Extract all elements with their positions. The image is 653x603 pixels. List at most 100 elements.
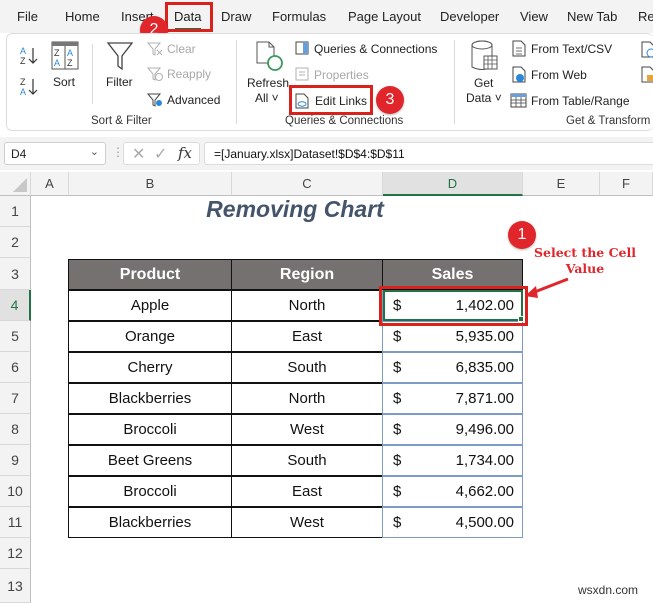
cell-region[interactable]: West <box>231 507 383 538</box>
properties-button[interactable]: Properties <box>314 68 369 82</box>
get-data-icon[interactable] <box>470 40 500 74</box>
cell-product[interactable]: Orange <box>68 321 232 352</box>
insert-function-icon[interactable]: fx <box>178 144 192 162</box>
refresh-all-dropdown[interactable]: All ˅ <box>255 91 279 105</box>
tab-page-layout[interactable]: Page Layout <box>348 9 421 24</box>
cell-region[interactable]: West <box>231 414 383 445</box>
sort-filter-group-label: Sort & Filter <box>91 115 152 127</box>
refresh-all-label: All <box>255 91 269 105</box>
cell-sales[interactable]: $4,500.00 <box>382 507 523 538</box>
divider <box>92 44 93 104</box>
cell-sales[interactable]: $9,496.00 <box>382 414 523 445</box>
select-all-corner[interactable] <box>0 172 31 196</box>
sort-ascending-icon[interactable]: A Z <box>19 45 39 67</box>
currency-symbol: $ <box>393 359 402 376</box>
reapply-icon <box>147 67 163 81</box>
cell-product[interactable]: Apple <box>68 290 232 321</box>
row-header-6[interactable]: 6 <box>0 352 31 383</box>
cell-sales[interactable]: $1,734.00 <box>382 445 523 476</box>
row-header-8[interactable]: 8 <box>0 414 31 445</box>
column-header-b[interactable]: B <box>69 172 232 196</box>
cell-sales[interactable]: $6,835.00 <box>382 352 523 383</box>
currency-symbol: $ <box>393 452 402 469</box>
header-product[interactable]: Product <box>68 259 232 290</box>
get-transform-group-label: Get & Transform <box>566 115 651 127</box>
column-header-e[interactable]: E <box>523 172 600 196</box>
enter-icon[interactable]: ✓ <box>154 144 167 164</box>
filter-button[interactable]: Filter <box>106 75 133 89</box>
sort-button[interactable]: Sort <box>53 75 75 89</box>
cell-region[interactable]: North <box>231 290 383 321</box>
clear-button[interactable]: Clear <box>167 42 196 56</box>
tab-new-tab[interactable]: New Tab <box>567 9 617 24</box>
cell-sales[interactable]: $7,871.00 <box>382 383 523 414</box>
cell-product[interactable]: Broccoli <box>68 414 232 445</box>
cell-product[interactable]: Beet Greens <box>68 445 232 476</box>
cell-sales[interactable]: $4,662.00 <box>382 476 523 507</box>
row-header-7[interactable]: 7 <box>0 383 31 414</box>
row-header-4[interactable]: 4 <box>0 290 31 321</box>
formula-bar: D4 ⌄ ⋮ ✕ ✓ fx =[January.xlsx]Dataset!$D$… <box>0 137 653 170</box>
row-header-9[interactable]: 9 <box>0 445 31 476</box>
column-header-c[interactable]: C <box>232 172 383 196</box>
cancel-icon[interactable]: ✕ <box>132 144 145 164</box>
sort-icon[interactable]: Z A A Z <box>51 41 79 70</box>
name-box[interactable]: D4 ⌄ <box>4 142 106 165</box>
tab-home[interactable]: Home <box>65 9 100 24</box>
advanced-filter-icon <box>147 93 162 107</box>
cell-product[interactable]: Broccoli <box>68 476 232 507</box>
tab-review[interactable]: Re <box>638 9 653 24</box>
cell-region[interactable]: South <box>231 352 383 383</box>
tab-view[interactable]: View <box>520 9 548 24</box>
sort-descending-icon[interactable]: Z A <box>19 76 39 98</box>
formula-input[interactable]: =[January.xlsx]Dataset!$D$4:$D$11 <box>204 142 653 165</box>
svg-text:A: A <box>54 58 60 68</box>
cell-region[interactable]: East <box>231 476 383 507</box>
row-header-10[interactable]: 10 <box>0 476 31 507</box>
column-header-d[interactable]: D <box>383 172 523 196</box>
row-header-1[interactable]: 1 <box>0 196 31 227</box>
svg-text:A: A <box>20 87 26 97</box>
get-data-dropdown[interactable]: Data ˅ <box>466 91 502 105</box>
tab-formulas[interactable]: Formulas <box>272 9 326 24</box>
from-table-range-button[interactable]: From Table/Range <box>531 94 630 108</box>
advanced-button[interactable]: Advanced <box>167 93 220 107</box>
column-header-a[interactable]: A <box>31 172 69 196</box>
callout-text: Select the Cell Value <box>525 245 645 277</box>
row-header-12[interactable]: 12 <box>0 538 31 569</box>
row-header-3[interactable]: 3 <box>0 258 31 290</box>
header-region[interactable]: Region <box>231 259 383 290</box>
tab-draw[interactable]: Draw <box>221 9 251 24</box>
svg-text:Z: Z <box>67 58 73 68</box>
row-header-13[interactable]: 13 <box>0 569 31 603</box>
cell-region[interactable]: North <box>231 383 383 414</box>
from-web-button[interactable]: From Web <box>531 68 587 82</box>
cell-region[interactable]: East <box>231 321 383 352</box>
row-header-2[interactable]: 2 <box>0 227 31 258</box>
chevron-down-icon[interactable]: ⌄ <box>90 145 99 158</box>
reapply-button[interactable]: Reapply <box>167 67 211 81</box>
column-header-f[interactable]: F <box>600 172 653 196</box>
select-all-icon <box>13 178 27 192</box>
filter-icon[interactable] <box>106 41 134 71</box>
sales-amount: 1,734.00 <box>455 452 514 469</box>
tab-file[interactable]: File <box>17 9 38 24</box>
from-table-icon <box>510 93 527 108</box>
cell-product[interactable]: Cherry <box>68 352 232 383</box>
cell-product[interactable]: Blackberries <box>68 383 232 414</box>
properties-icon <box>295 67 309 81</box>
refresh-all-button[interactable]: Refresh <box>247 76 289 90</box>
refresh-all-icon[interactable] <box>255 41 285 74</box>
recent-sources-icon[interactable] <box>641 41 653 58</box>
row-header-5[interactable]: 5 <box>0 321 31 352</box>
get-data-button[interactable]: Get <box>474 76 493 90</box>
queries-connections-icon <box>295 41 309 55</box>
svg-text:A: A <box>67 48 73 58</box>
row-header-11[interactable]: 11 <box>0 507 31 538</box>
from-text-csv-button[interactable]: From Text/CSV <box>531 42 612 56</box>
queries-connections-button[interactable]: Queries & Connections <box>314 42 437 56</box>
tab-developer[interactable]: Developer <box>440 9 499 24</box>
cell-region[interactable]: South <box>231 445 383 476</box>
cell-product[interactable]: Blackberries <box>68 507 232 538</box>
existing-connections-icon[interactable] <box>641 66 653 83</box>
